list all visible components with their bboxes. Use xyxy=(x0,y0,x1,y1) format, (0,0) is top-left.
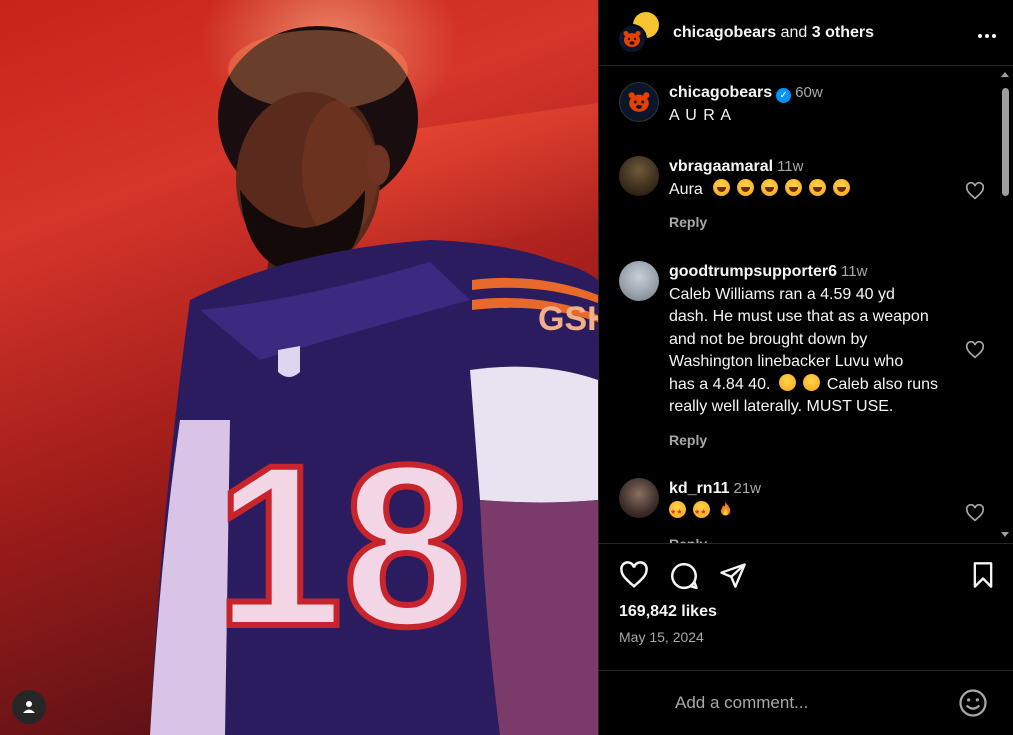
bears-logo-icon xyxy=(623,30,641,47)
star-struck-emoji-icon xyxy=(693,500,710,524)
comment-text-line-with-emoji: has a 4.84 40. Caleb also runs xyxy=(669,373,963,397)
comment-body: vbragaamaral 11w Aura Reply xyxy=(669,156,999,234)
eye-roll-emoji-icon xyxy=(778,373,796,391)
scroll-up-arrow-icon[interactable] xyxy=(1001,72,1009,77)
comment-input[interactable] xyxy=(675,691,935,715)
post-details-panel: chicagobears and 3 others chicagobears ✓… xyxy=(598,0,1013,735)
post-actions-bar xyxy=(599,555,1013,599)
avatar[interactable] xyxy=(619,261,659,301)
emoji-picker-icon[interactable] xyxy=(958,688,988,718)
author-username[interactable]: chicagobears xyxy=(673,24,776,41)
like-heart-icon[interactable] xyxy=(619,561,649,589)
laughing-emoji-icon xyxy=(737,178,755,196)
comment-username[interactable]: vbragaamaral xyxy=(669,158,773,175)
like-comment-heart-icon[interactable] xyxy=(965,182,985,200)
comment-body: kd_rn1121w Reply xyxy=(669,478,999,543)
star-struck-emoji-icon xyxy=(669,500,686,524)
chicagobears-avatar xyxy=(617,23,647,54)
comment-time[interactable]: 21w xyxy=(733,480,761,497)
laughing-emoji-icon xyxy=(809,178,827,196)
caption-username[interactable]: chicagobears xyxy=(669,84,772,101)
laughing-emoji-icon xyxy=(713,178,731,196)
caption-time[interactable]: 60w xyxy=(795,84,823,101)
laughing-emoji-icon xyxy=(833,178,851,196)
comments-list[interactable]: chicagobears ✓ 60w A U R A vbragaamaral 11w… xyxy=(599,66,999,543)
post-author-line: chicagobears and 3 others xyxy=(673,24,977,42)
avatar[interactable] xyxy=(619,478,659,518)
reply-button[interactable]: Reply xyxy=(669,533,963,543)
avatar[interactable] xyxy=(619,82,659,122)
comment-item: goodtrumpsupporter6 11w Caleb Williams ra… xyxy=(619,261,999,451)
bears-logo-icon xyxy=(628,92,650,112)
reply-button[interactable]: Reply xyxy=(669,429,963,452)
post-date[interactable]: May 15, 2024 xyxy=(619,629,704,645)
like-comment-heart-icon[interactable] xyxy=(965,341,985,359)
comment-text-line: Caleb also runs xyxy=(826,375,939,393)
comment-text-line: has a 4.84 40. xyxy=(669,375,771,393)
tagged-users-button[interactable] xyxy=(12,690,46,724)
post-photo[interactable]: 18 GSH xyxy=(0,0,598,735)
avatar[interactable] xyxy=(619,156,659,196)
collaborators-link[interactable]: 3 others xyxy=(812,24,874,41)
comment-text-line: really well laterally. MUST USE. xyxy=(669,398,894,415)
comment-text-content: Aura xyxy=(669,180,703,198)
caption-item: chicagobears ✓ 60w A U R A xyxy=(619,82,999,127)
comment-text-line: and not be brought down by xyxy=(669,330,868,348)
comment-time[interactable]: 11w xyxy=(841,263,867,280)
scroll-down-arrow-icon[interactable] xyxy=(1001,532,1009,537)
divider xyxy=(599,543,1013,544)
comment-text: Aura xyxy=(669,178,963,202)
scrollbar-thumb[interactable] xyxy=(1002,88,1009,196)
comments-scrollbar[interactable] xyxy=(999,66,1011,543)
svg-text:GSH: GSH xyxy=(538,300,598,338)
caption-body: chicagobears ✓ 60w A U R A xyxy=(669,82,999,127)
comment-text-line: Caleb Williams ran a 4.59 40 yd xyxy=(669,285,895,303)
comment-icon[interactable] xyxy=(669,561,699,591)
likes-count[interactable]: 169,842 likes xyxy=(619,603,717,621)
user-icon xyxy=(23,701,35,713)
disappointed-emoji-icon xyxy=(802,373,820,391)
laughing-emoji-icon xyxy=(761,178,779,196)
comment-username[interactable]: kd_rn11 xyxy=(669,480,729,497)
svg-text:18: 18 xyxy=(215,417,471,674)
comment-text-line: dash. He must use that as a weapon xyxy=(669,308,929,325)
comment-body: goodtrumpsupporter6 11w Caleb Williams ra… xyxy=(669,261,999,451)
and-text: and xyxy=(776,23,812,41)
add-comment-bar xyxy=(599,670,1013,735)
save-bookmark-icon[interactable] xyxy=(971,561,995,589)
comment-text-line: Washington linebacker Luvu who xyxy=(669,353,904,370)
fire-emoji-icon xyxy=(717,501,734,518)
more-horizontal-icon xyxy=(978,33,996,38)
caption-text: A U R A xyxy=(669,106,733,124)
like-comment-heart-icon[interactable] xyxy=(965,504,985,522)
reply-button[interactable]: Reply xyxy=(669,211,963,234)
comment-item: kd_rn1121w Reply xyxy=(619,478,999,543)
comment-item: vbragaamaral 11w Aura Reply xyxy=(619,156,999,234)
collab-avatar-stack[interactable] xyxy=(617,11,659,54)
verified-badge-icon: ✓ xyxy=(776,88,792,103)
player-illustration: 18 GSH xyxy=(150,26,598,735)
post-header: chicagobears and 3 others xyxy=(599,0,1013,66)
comment-text xyxy=(669,500,963,524)
comment-time[interactable]: 11w xyxy=(777,158,803,175)
share-icon[interactable] xyxy=(719,561,747,589)
more-options-button[interactable] xyxy=(977,23,997,43)
laughing-emoji-icon xyxy=(785,178,803,196)
comment-username[interactable]: goodtrumpsupporter6 xyxy=(669,263,837,280)
